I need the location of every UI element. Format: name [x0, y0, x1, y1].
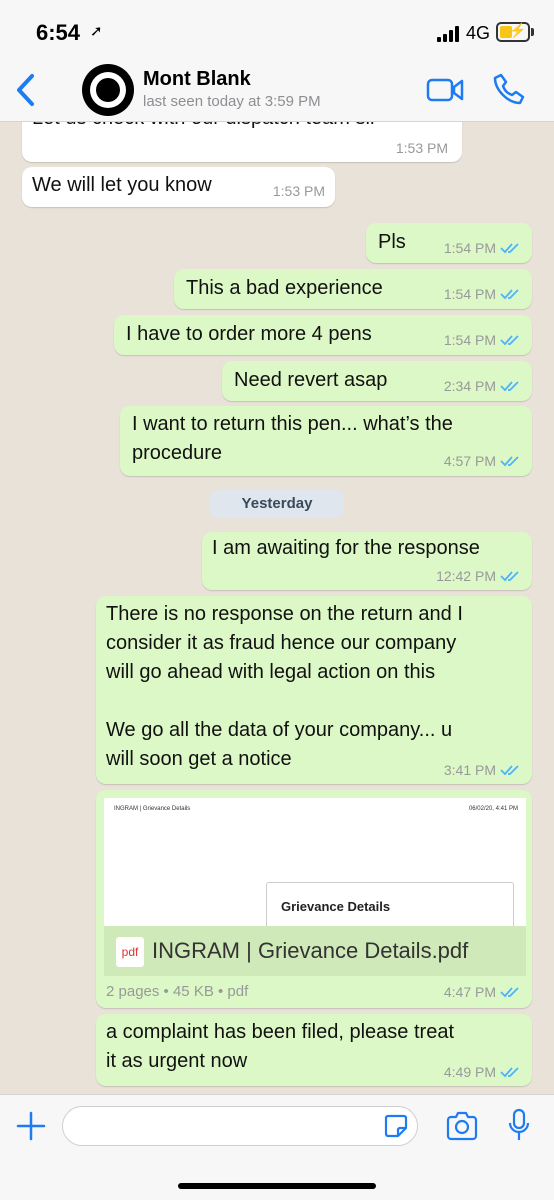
read-ticks-icon	[500, 381, 519, 392]
battery-tip	[531, 28, 534, 36]
message-meta: 4:57 PM	[444, 453, 522, 469]
read-ticks-icon	[500, 987, 519, 998]
preview-header-title: INGRAM | Grievance Details	[114, 806, 191, 812]
back-arrow-icon[interactable]	[12, 70, 42, 110]
composer-bar	[0, 1094, 554, 1200]
message-time: 4:49 PM	[443, 1064, 496, 1080]
home-indicator	[178, 1183, 376, 1189]
message-bubble-outgoing[interactable]: a complaint has been filed, please treat…	[96, 1014, 532, 1086]
message-text: Need revert asap	[234, 369, 388, 391]
preview-card: Grievance Details	[266, 882, 514, 926]
plus-icon[interactable]	[16, 1111, 46, 1141]
message-meta: 3:41 PM	[444, 762, 522, 778]
document-preview[interactable]: INGRAM | Grievance Details 06/02/20, 4:4…	[104, 798, 526, 926]
message-time: 1:54 PM	[443, 332, 496, 348]
read-ticks-icon	[500, 1067, 519, 1078]
message-text: I am awaiting for the response	[212, 537, 480, 559]
microphone-icon[interactable]	[508, 1108, 530, 1142]
message-text: I have to order more 4 pens	[126, 323, 372, 345]
message-bubble-outgoing[interactable]: There is no response on the return and I…	[96, 596, 532, 784]
message-meta: 12:42 PM	[436, 568, 522, 584]
message-time: 3:41 PM	[443, 762, 496, 778]
message-time: 1:53 PM	[395, 140, 448, 156]
message-meta: 1:53 PM	[273, 183, 325, 199]
message-time: 1:53 PM	[272, 183, 325, 199]
message-time: 4:47 PM	[443, 984, 496, 1000]
message-bubble-outgoing[interactable]: This a bad experience 1:54 PM	[174, 269, 532, 309]
message-meta: 4:47 PM	[444, 984, 522, 1000]
message-text: a complaint has been filed, please treat…	[106, 1021, 454, 1072]
message-bubble-outgoing[interactable]: I am awaiting for the response 12:42 PM	[202, 532, 532, 590]
message-text: This a bad experience	[186, 277, 383, 299]
message-meta: 2:34 PM	[444, 378, 522, 394]
battery-icon: ⚡	[496, 22, 530, 42]
pdf-file-icon: pdf	[116, 937, 144, 967]
preview-card-title: Grievance Details	[281, 899, 391, 914]
read-ticks-icon	[500, 243, 519, 254]
message-text: There is no response on the return and I…	[106, 603, 463, 770]
message-bubble-incoming[interactable]: We will let you know 1:53 PM	[22, 167, 335, 207]
read-ticks-icon	[500, 335, 519, 346]
message-bubble-outgoing[interactable]: I want to return this pen... what’s the …	[120, 406, 532, 476]
camera-icon[interactable]	[445, 1111, 479, 1141]
message-meta: 1:54 PM	[444, 286, 522, 302]
document-message[interactable]: INGRAM | Grievance Details 06/02/20, 4:4…	[96, 790, 532, 1008]
contact-last-seen: last seen today at 3:59 PM	[143, 93, 321, 110]
video-call-icon[interactable]	[426, 76, 464, 104]
message-meta: 1:54 PM	[444, 240, 522, 256]
contact-avatar[interactable]	[82, 64, 134, 116]
read-ticks-icon	[500, 289, 519, 300]
message-meta: 1:54 PM	[444, 332, 522, 348]
read-ticks-icon	[500, 456, 519, 467]
document-filename: INGRAM | Grievance Details.pdf	[152, 938, 469, 963]
network-type: 4G	[466, 23, 491, 43]
chat-header: Mont Blank last seen today at 3:59 PM	[0, 62, 554, 122]
signal-icon	[437, 26, 459, 42]
message-bubble-incoming[interactable]: Let us check with our dispatch team sir …	[22, 122, 462, 162]
document-info: 2 pages • 45 KB • pdf	[106, 983, 248, 1000]
status-time: 6:54	[36, 20, 81, 45]
message-text: Pls	[378, 231, 406, 253]
sticker-icon[interactable]	[384, 1114, 408, 1138]
preview-header-date: 06/02/20, 4:41 PM	[468, 806, 518, 812]
message-input[interactable]	[62, 1106, 418, 1146]
document-file-row[interactable]: pdf INGRAM | Grievance Details.pdf	[104, 926, 526, 976]
read-ticks-icon	[500, 571, 519, 582]
message-text: Let us check with our dispatch team sir	[32, 122, 377, 133]
read-ticks-icon	[500, 765, 519, 776]
status-bar: 6:54 ➚ 4G ⚡	[0, 0, 554, 62]
message-bubble-outgoing[interactable]: I have to order more 4 pens 1:54 PM	[114, 315, 532, 355]
message-bubble-outgoing[interactable]: Pls 1:54 PM	[366, 223, 532, 263]
contact-name[interactable]: Mont Blank	[143, 68, 251, 91]
message-time: 1:54 PM	[443, 240, 496, 256]
message-text: I want to return this pen... what’s the …	[132, 413, 453, 464]
date-separator: Yesterday	[210, 490, 344, 518]
message-time: 4:57 PM	[443, 453, 496, 469]
document-details: 2 pages • 45 KB • pdf	[106, 983, 249, 1000]
message-text: We will let you know	[32, 174, 212, 196]
message-time: 12:42 PM	[436, 568, 496, 584]
message-list[interactable]: Let us check with our dispatch team sir …	[0, 122, 554, 1094]
message-time: 1:54 PM	[443, 286, 496, 302]
message-time: 2:34 PM	[443, 378, 496, 394]
message-meta: 4:49 PM	[444, 1064, 522, 1080]
message-meta: 1:53 PM	[396, 140, 448, 156]
location-icon: ➚	[90, 23, 103, 40]
message-bubble-outgoing[interactable]: Need revert asap 2:34 PM	[222, 361, 532, 401]
phone-call-icon[interactable]	[492, 72, 526, 106]
